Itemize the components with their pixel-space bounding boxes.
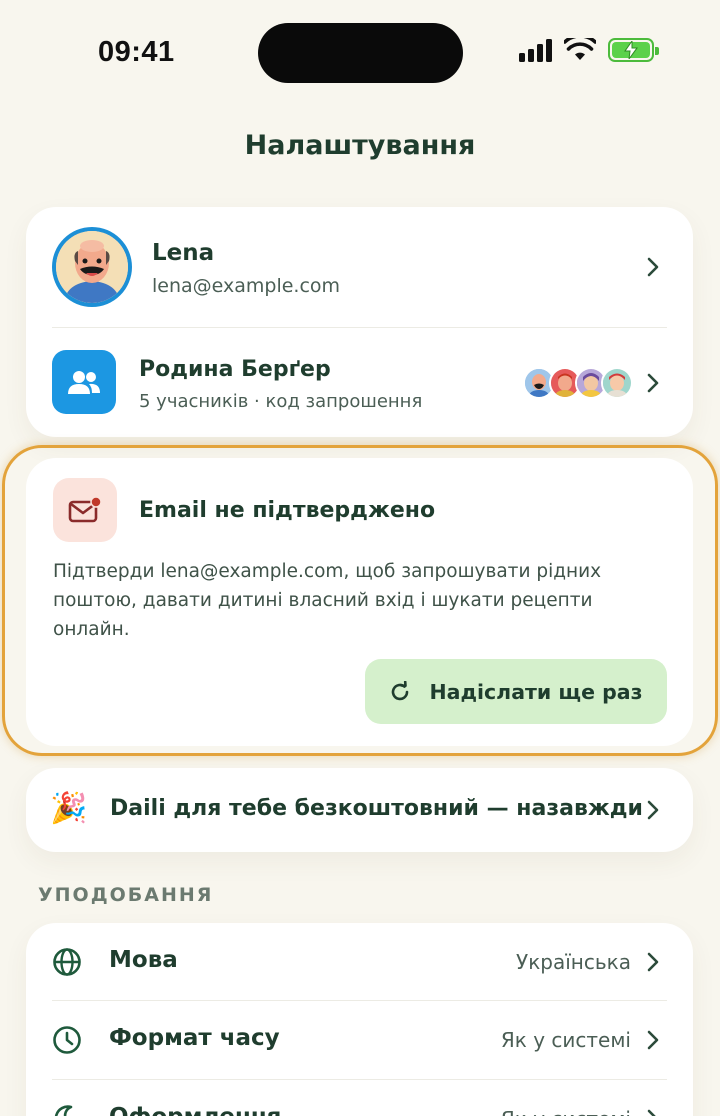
page-title: Налаштування [244,130,476,161]
pref-value: Як у системі [501,1107,631,1116]
dynamic-island [258,23,463,83]
resend-button[interactable]: Надіслати ще раз [365,659,667,724]
section-label-preferences: УПОДОБАННЯ [38,884,214,906]
chevron-right-icon [647,952,659,972]
signal-icon [519,38,552,62]
member-avatar [601,367,633,399]
family-group-icon [52,350,116,414]
pref-value: Українська [516,950,631,974]
pref-label: Оформлення [109,1104,281,1116]
wifi-icon [564,38,596,60]
profile-email: lena@example.com [152,275,341,297]
mail-unread-icon [53,478,117,542]
globe-icon [53,948,81,976]
chevron-right-icon [647,1030,659,1050]
promo-text: Daili для тебе безкоштовний — назавжди [110,796,643,821]
battery-icon [608,38,659,62]
status-icons [519,38,659,62]
status-time: 09:41 [98,36,175,68]
preferences-card: Мова Українська Формат часу Як у системі… [26,923,693,1116]
chevron-right-icon [647,373,659,393]
email-warning-card: Email не підтверджено Підтверди lena@exa… [26,458,693,746]
avatar-illustration [56,231,128,303]
avatar [52,227,132,307]
pref-label: Формат часу [109,1025,280,1051]
chevron-right-icon [647,257,659,277]
promo-row[interactable]: 🎉 Daili для тебе безкоштовний — назавжди [26,768,693,852]
profile-row[interactable]: Lena lena@example.com [26,207,693,327]
pref-row-appearance[interactable]: Оформлення Як у системі [26,1080,693,1116]
pref-value: Як у системі [500,1028,631,1052]
email-warning-title: Email не підтверджено [139,498,436,523]
pref-row-time-format[interactable]: Формат часу Як у системі [26,1001,693,1079]
chevron-right-icon [647,800,659,820]
family-name: Родина Берґер [139,357,331,382]
account-card: Lena lena@example.com Родина Берґер 5 уч… [26,207,693,437]
refresh-icon [392,680,409,700]
email-warning-body: Підтверди lena@example.com, щоб запрошув… [53,561,602,640]
moon-icon [54,1105,73,1116]
family-subtitle: 5 учасників · код запрошення [139,391,423,412]
profile-name: Lena [152,240,215,266]
clock-icon [53,1026,81,1054]
chevron-right-icon [647,1109,656,1116]
pref-row-language[interactable]: Мова Українська [26,923,693,1000]
party-popper-icon: 🎉 [50,791,88,826]
pref-label: Мова [109,947,178,973]
member-avatars [523,367,633,399]
resend-button-label: Надіслати ще раз [429,679,643,704]
